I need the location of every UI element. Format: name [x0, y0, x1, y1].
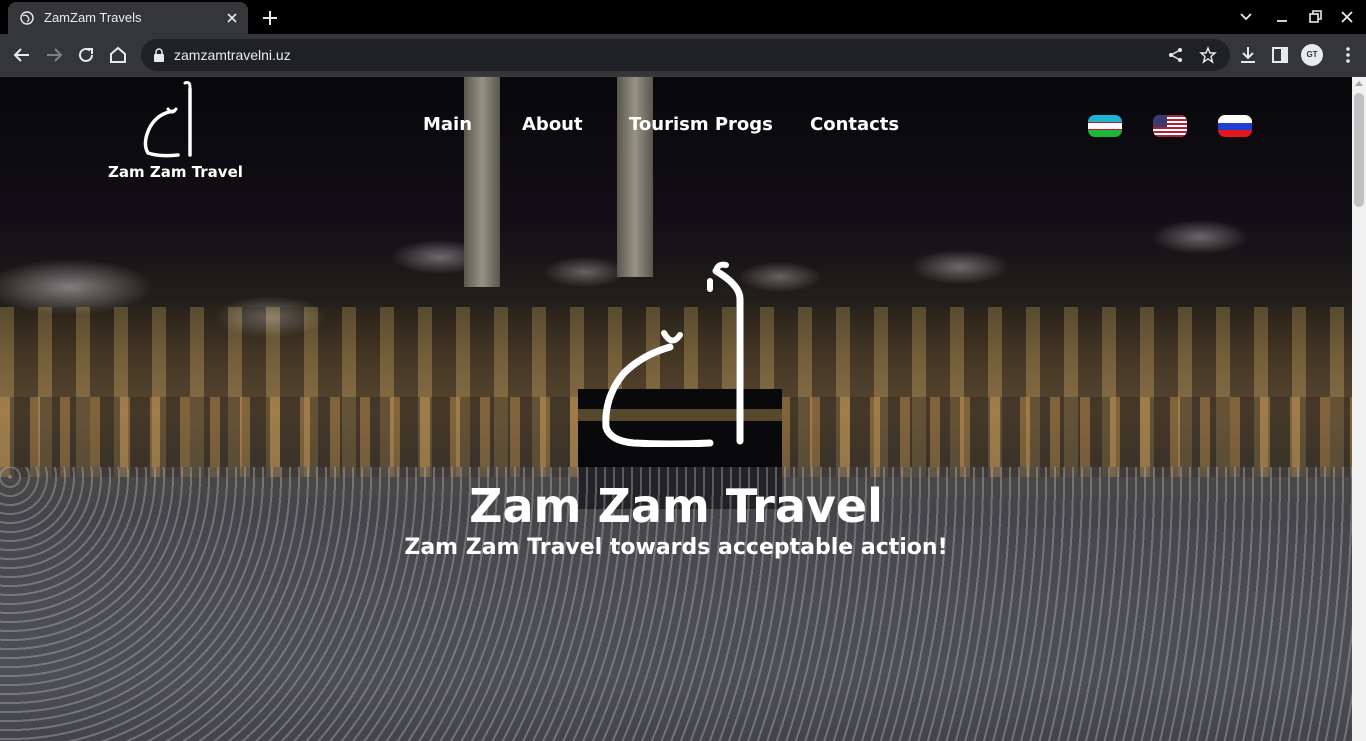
url-text[interactable]: zamzamtravelni.uz — [174, 47, 291, 63]
scroll-thumb[interactable] — [1354, 93, 1364, 207]
russia-flag-icon[interactable] — [1218, 115, 1252, 137]
forward-arrow-icon[interactable] — [42, 43, 66, 67]
nav-tourism-progs[interactable]: Tourism Progs — [629, 114, 773, 135]
zamzam-logo-mark-icon — [143, 81, 192, 158]
reload-icon[interactable] — [74, 43, 98, 67]
usa-flag-icon[interactable] — [1153, 115, 1187, 137]
zamzam-hero-mark-icon — [602, 261, 744, 447]
address-bar[interactable]: zamzamtravelni.uz — [141, 39, 1230, 71]
home-icon[interactable] — [106, 43, 130, 67]
download-icon[interactable] — [1236, 43, 1260, 67]
lock-icon[interactable] — [153, 48, 165, 62]
back-arrow-icon[interactable] — [10, 43, 34, 67]
hero-subtitle: Zam Zam Travel towards acceptable action… — [404, 535, 948, 560]
site-logo[interactable]: Zam Zam Travel — [106, 81, 243, 191]
browser-toolbar: zamzamtravelni.uz GT — [0, 34, 1366, 77]
profile-avatar[interactable]: GT — [1301, 44, 1323, 66]
browser-tab[interactable]: ZamZam Travels — [8, 2, 248, 34]
nav-contacts[interactable]: Contacts — [810, 114, 899, 135]
hero-title: Zam Zam Travel — [469, 479, 883, 533]
browser-tab-strip: ZamZam Travels — [0, 0, 1366, 34]
hero-section: Zam Zam Travel Main About Tourism Progs … — [0, 77, 1352, 741]
globe-icon — [20, 11, 34, 25]
tab-search-chevron-icon[interactable] — [1237, 8, 1255, 26]
close-tab-icon[interactable] — [224, 10, 240, 26]
scroll-up-arrow-icon[interactable] — [1355, 81, 1363, 86]
tab-title: ZamZam Travels — [44, 10, 142, 25]
logo-text: Zam Zam Travel — [108, 163, 243, 181]
page-scrollbar[interactable] — [1352, 77, 1366, 741]
share-icon[interactable] — [1167, 46, 1185, 64]
minimize-icon[interactable] — [1273, 8, 1291, 26]
restore-icon[interactable] — [1306, 8, 1324, 26]
close-window-icon[interactable] — [1338, 8, 1356, 26]
nav-main[interactable]: Main — [423, 114, 472, 135]
new-tab-icon[interactable] — [259, 7, 281, 29]
nav-about[interactable]: About — [522, 114, 583, 135]
more-menu-icon[interactable] — [1336, 43, 1360, 67]
side-panel-icon[interactable] — [1268, 43, 1292, 67]
uzbekistan-flag-icon[interactable] — [1088, 115, 1122, 137]
bookmark-star-icon[interactable] — [1199, 46, 1217, 64]
